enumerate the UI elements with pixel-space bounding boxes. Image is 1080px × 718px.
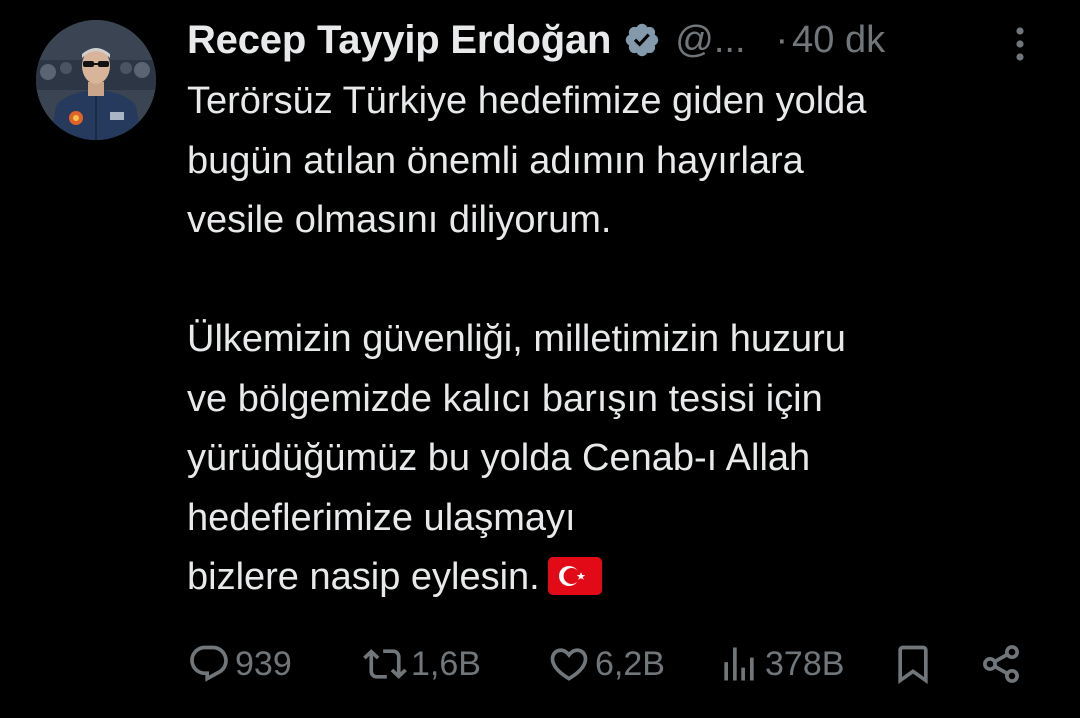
views-count: 378B: [765, 644, 845, 683]
views-button[interactable]: 378B: [717, 636, 844, 692]
repost-button[interactable]: 1,6B: [363, 636, 481, 692]
turkey-flag-emoji: [547, 554, 602, 595]
tweet-text: Terörsüz Türkiye hedefimize giden yolda …: [187, 72, 1047, 608]
tweet-text-line: bugün atılan önemli adımın hayırlara: [187, 139, 804, 182]
tweet-text-line: hedeflerimize ulaşmayı: [187, 496, 576, 539]
reply-button[interactable]: 939: [187, 636, 292, 692]
repost-icon: [363, 642, 407, 686]
like-button[interactable]: 6,2B: [547, 636, 665, 692]
tweet-time[interactable]: 40 dk: [792, 19, 885, 62]
tweet-text-line: vesile olmasını diliyorum.: [187, 199, 612, 241]
views-icon: [717, 642, 761, 686]
bookmark-icon: [891, 642, 935, 686]
author-handle[interactable]: @...: [675, 19, 745, 62]
tweet-text-line: Terörsüz Türkiye hedefimize giden yolda: [187, 80, 867, 122]
tweet-text-line: yürüdüğümüz bu yolda Cenab-ı Allah: [187, 437, 811, 479]
avatar-image: [36, 20, 156, 140]
repost-count: 1,6B: [411, 644, 481, 683]
separator-dot: ·: [775, 18, 789, 61]
share-icon: [979, 642, 1023, 686]
more-options-icon[interactable]: [1008, 22, 1032, 66]
avatar[interactable]: [36, 20, 156, 140]
tweet-text-line: Ülkemizin güvenliği, milletimizin huzuru: [187, 318, 846, 360]
tweet-text-line: bizlere nasip eylesin.: [187, 556, 540, 598]
tweet[interactable]: Recep Tayyip Erdoğan @... · 40 dk Terörs…: [0, 0, 1080, 718]
reply-count: 939: [235, 644, 292, 683]
share-button[interactable]: [979, 636, 1023, 692]
tweet-text-line: ve bölgemizde kalıcı barışın tesisi için: [187, 377, 823, 420]
reply-icon: [187, 642, 231, 686]
tweet-actions: 939 1,6B 6,2B 378B: [187, 636, 1037, 692]
author-name[interactable]: Recep Tayyip Erdoğan: [187, 18, 611, 63]
bookmark-button[interactable]: [891, 636, 935, 692]
like-count: 6,2B: [595, 644, 665, 683]
tweet-header: Recep Tayyip Erdoğan @... · 40 dk: [187, 14, 885, 66]
heart-icon: [547, 642, 591, 686]
verified-badge-icon: [623, 21, 661, 59]
tweet-text-last-line: bizlere nasip eylesin.: [187, 548, 1047, 608]
